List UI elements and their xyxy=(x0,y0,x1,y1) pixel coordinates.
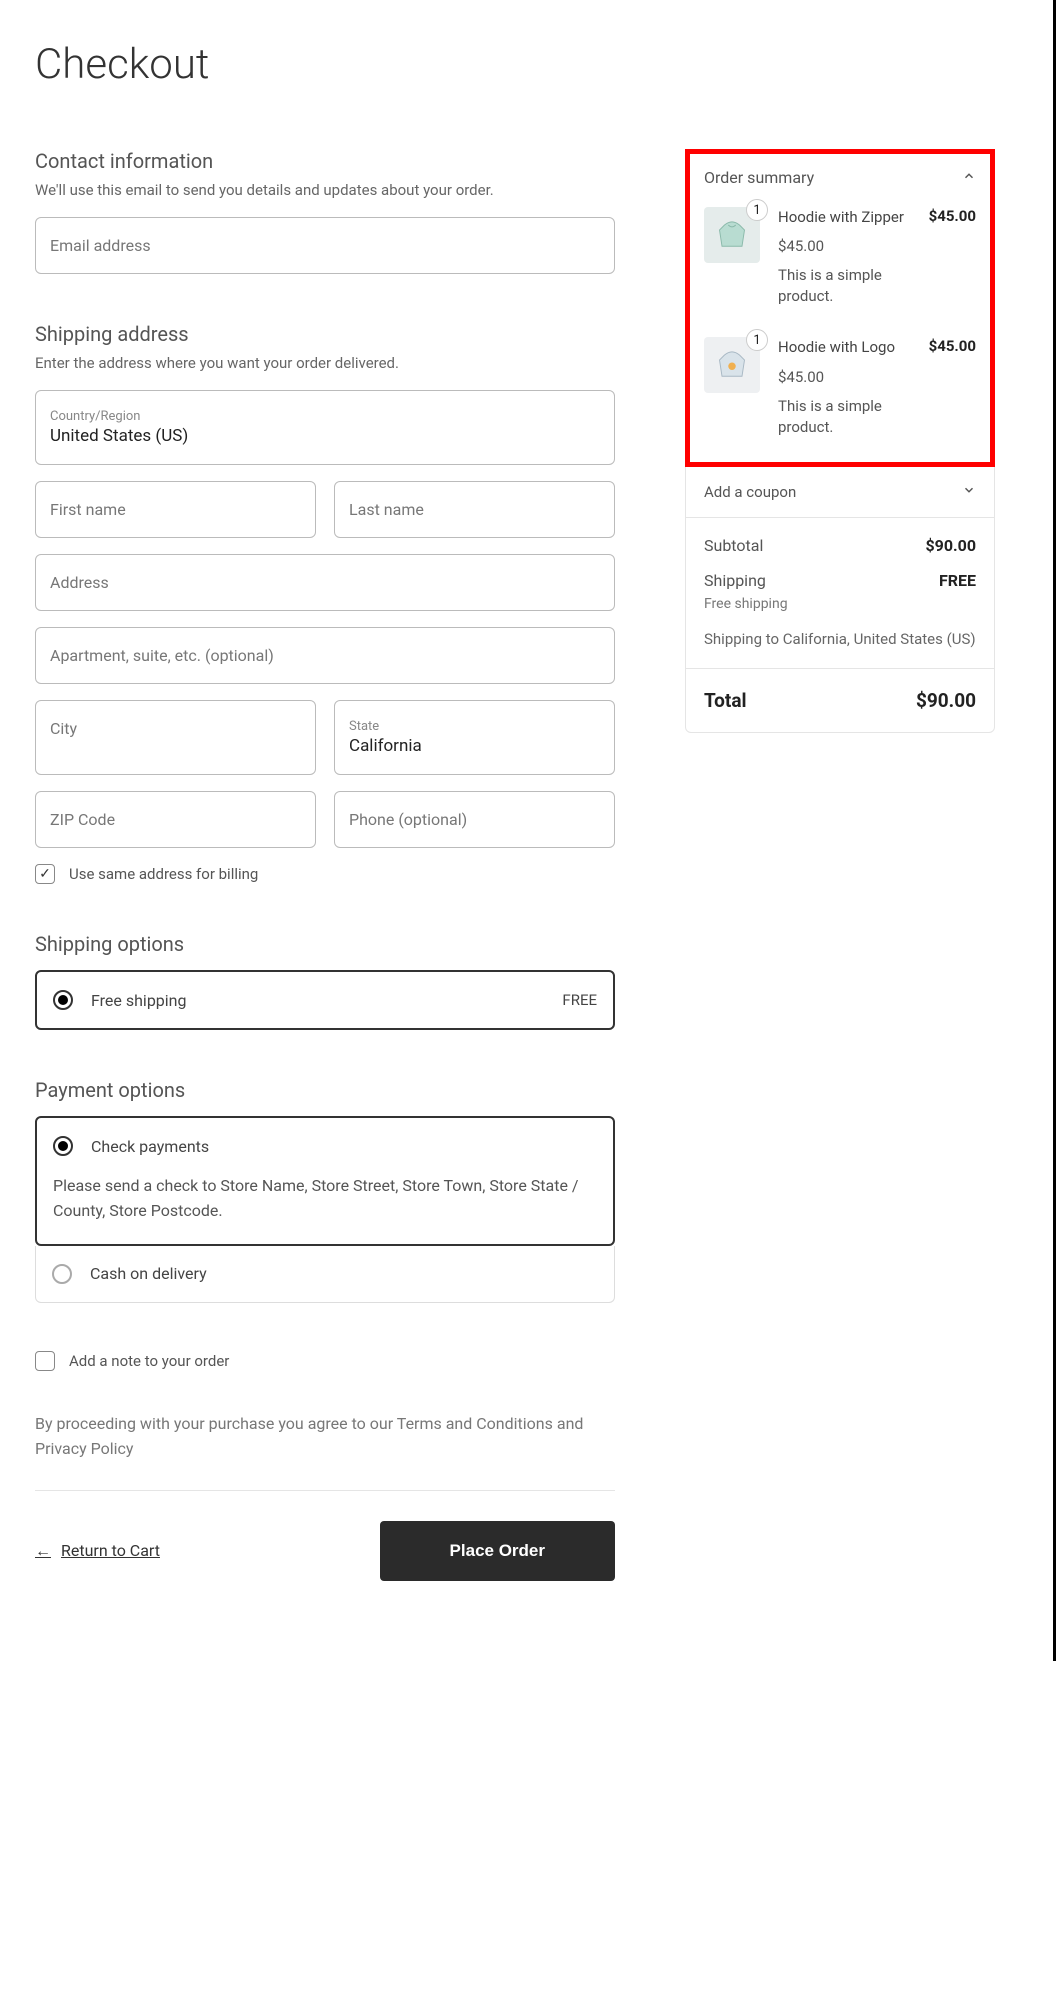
subtotal-label: Subtotal xyxy=(704,536,763,555)
hoodie-icon xyxy=(712,345,752,385)
product-thumbnail: 1 xyxy=(704,207,760,263)
first-name-label: First name xyxy=(50,500,126,519)
country-field[interactable]: Country/Region United States (US) xyxy=(35,390,615,465)
add-coupon-toggle[interactable]: Add a coupon xyxy=(686,467,994,518)
country-value: United States (US) xyxy=(50,426,600,446)
zip-field[interactable]: ZIP Code xyxy=(35,791,316,848)
shipping-option-price: FREE xyxy=(562,991,597,1009)
order-summary-heading: Order summary xyxy=(704,168,814,187)
first-name-field[interactable]: First name xyxy=(35,481,316,538)
state-label: State xyxy=(349,719,600,734)
hoodie-icon xyxy=(712,215,752,255)
return-to-cart-label: Return to Cart xyxy=(61,1541,160,1560)
shipping-to: Shipping to California, United States (U… xyxy=(704,628,976,651)
city-field[interactable]: City xyxy=(35,700,316,775)
same-billing-checkbox[interactable]: ✓ Use same address for billing xyxy=(35,864,615,884)
phone-label: Phone (optional) xyxy=(349,810,467,829)
payment-cod-label: Cash on delivery xyxy=(90,1264,598,1283)
email-label: Email address xyxy=(50,236,151,255)
order-summary-highlight: Order summary 1 xyxy=(685,149,995,467)
address-field[interactable]: Address xyxy=(35,554,615,611)
shipping-label: Shipping xyxy=(704,571,766,590)
last-name-label: Last name xyxy=(349,500,424,519)
chevron-down-icon xyxy=(962,483,976,501)
payment-heading: Payment options xyxy=(35,1078,615,1102)
country-label: Country/Region xyxy=(50,409,600,424)
product-unit-price: $45.00 xyxy=(778,368,911,386)
shipping-option-label: Free shipping xyxy=(91,991,544,1010)
apartment-field[interactable]: Apartment, suite, etc. (optional) xyxy=(35,627,615,684)
shipping-option-free[interactable]: Free shipping FREE xyxy=(35,970,615,1030)
checkmark-icon: ✓ xyxy=(35,864,55,884)
order-item: 1 Hoodie with Zipper $45.00 This is a si… xyxy=(704,207,976,307)
last-name-field[interactable]: Last name xyxy=(334,481,615,538)
radio-selected-icon xyxy=(53,1136,73,1156)
add-note-label: Add a note to your order xyxy=(69,1352,229,1370)
payment-check-desc: Please send a check to Store Name, Store… xyxy=(53,1174,597,1224)
total-value: $90.00 xyxy=(916,689,976,712)
apartment-label: Apartment, suite, etc. (optional) xyxy=(50,646,274,665)
page-title: Checkout xyxy=(35,40,1018,89)
address-label: Address xyxy=(50,573,109,592)
email-field[interactable]: Email address xyxy=(35,217,615,274)
product-line-total: $45.00 xyxy=(929,337,976,437)
product-name: Hoodie with Logo xyxy=(778,337,911,357)
shipping-section: Shipping address Enter the address where… xyxy=(35,322,615,884)
state-value: California xyxy=(349,736,600,756)
zip-label: ZIP Code xyxy=(50,810,115,829)
subtotal-value: $90.00 xyxy=(925,536,976,555)
shipping-desc: Enter the address where you want your or… xyxy=(35,354,615,372)
add-note-checkbox[interactable]: Add a note to your order xyxy=(35,1351,615,1371)
shipping-note: Free shipping xyxy=(704,596,976,612)
radio-selected-icon xyxy=(53,990,73,1010)
product-line-total: $45.00 xyxy=(929,207,976,307)
state-field[interactable]: State California xyxy=(334,700,615,775)
product-desc: This is a simple product. xyxy=(778,265,911,307)
chevron-up-icon[interactable] xyxy=(962,168,976,187)
phone-field[interactable]: Phone (optional) xyxy=(334,791,615,848)
shipping-options-heading: Shipping options xyxy=(35,932,615,956)
same-billing-label: Use same address for billing xyxy=(69,865,258,883)
add-coupon-label: Add a coupon xyxy=(704,483,796,501)
payment-section: Payment options Check payments Please se… xyxy=(35,1078,615,1303)
product-thumbnail: 1 xyxy=(704,337,760,393)
product-desc: This is a simple product. xyxy=(778,396,911,438)
product-unit-price: $45.00 xyxy=(778,237,911,255)
divider xyxy=(35,1490,615,1491)
contact-heading: Contact information xyxy=(35,149,615,173)
shipping-options-section: Shipping options Free shipping FREE xyxy=(35,932,615,1030)
order-summary-panel: Order summary 1 xyxy=(685,149,995,733)
payment-option-check[interactable]: Check payments Please send a check to St… xyxy=(35,1116,615,1246)
quantity-badge: 1 xyxy=(746,329,768,351)
place-order-button[interactable]: Place Order xyxy=(380,1521,615,1581)
payment-check-label: Check payments xyxy=(91,1137,597,1156)
terms-text: By proceeding with your purchase you agr… xyxy=(35,1411,615,1462)
checkbox-empty-icon xyxy=(35,1351,55,1371)
shipping-value: FREE xyxy=(939,571,976,590)
product-name: Hoodie with Zipper xyxy=(778,207,911,227)
quantity-badge: 1 xyxy=(746,199,768,221)
shipping-heading: Shipping address xyxy=(35,322,615,346)
return-to-cart-link[interactable]: ← Return to Cart xyxy=(35,1541,160,1561)
payment-option-cod[interactable]: Cash on delivery xyxy=(35,1246,615,1303)
arrow-left-icon: ← xyxy=(35,1541,51,1561)
radio-unselected-icon xyxy=(52,1264,72,1284)
order-item: 1 Hoodie with Logo $45.00 This is a simp… xyxy=(704,337,976,437)
contact-section: Contact information We'll use this email… xyxy=(35,149,615,274)
city-label: City xyxy=(50,719,77,738)
total-label: Total xyxy=(704,689,747,712)
contact-desc: We'll use this email to send you details… xyxy=(35,181,615,199)
